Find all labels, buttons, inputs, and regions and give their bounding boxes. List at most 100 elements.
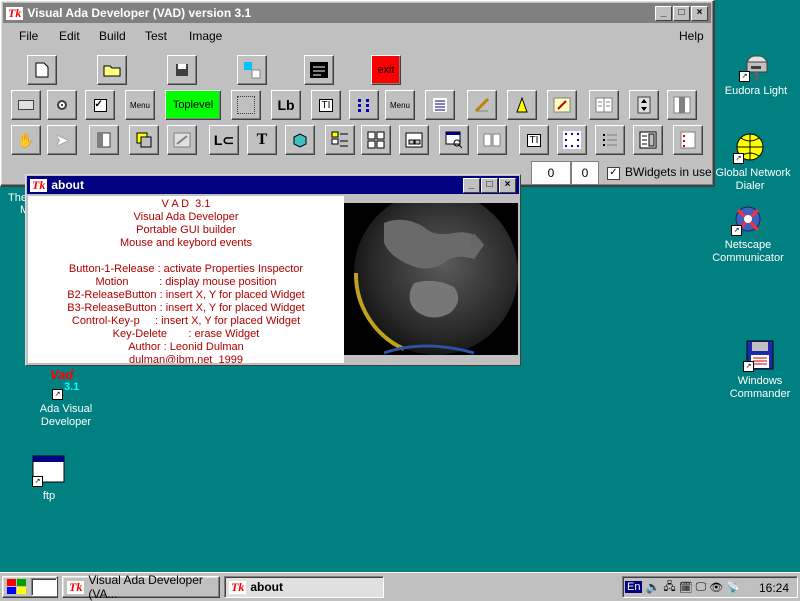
- windows-flag-icon: [173, 132, 191, 148]
- color-widget-button[interactable]: [285, 125, 315, 155]
- menubutton-widget-button[interactable]: Menu: [125, 90, 155, 120]
- menu-widget-button[interactable]: Menu: [385, 90, 415, 120]
- eudora-light-icon[interactable]: ↗ Eudora Light: [708, 50, 800, 98]
- system-tray: En 🔈 🖧 🗓 🖵 👁 📡 16:24: [622, 576, 798, 598]
- maximize-icon[interactable]: □: [673, 5, 690, 21]
- grid-layout-button[interactable]: [361, 125, 391, 155]
- text-entry-widget-button[interactable]: TI: [311, 90, 341, 120]
- tk-logo-icon: Tk: [30, 177, 48, 192]
- start-button[interactable]: [2, 576, 58, 598]
- menu-build[interactable]: Build: [99, 29, 126, 43]
- about-line: B2-ReleaseButton : insert X, Y for place…: [67, 289, 305, 301]
- close-icon[interactable]: ×: [691, 5, 708, 21]
- global-network-dialer-icon[interactable]: ↗ t Global Network Dialer: [702, 132, 798, 193]
- list-dots-button[interactable]: [595, 125, 625, 155]
- hand-tool-button[interactable]: ✋: [11, 125, 41, 155]
- ftp-desktop-icon[interactable]: ↗ ftp: [1, 455, 97, 503]
- properties-button[interactable]: [633, 125, 663, 155]
- minimize-icon[interactable]: _: [655, 5, 672, 21]
- vad-titlebar[interactable]: Tk Visual Ada Developer (VAD) version 3.…: [3, 3, 711, 23]
- clock[interactable]: 16:24: [759, 581, 789, 595]
- vad-logo-icon: Vad 3.1 ↗: [50, 367, 80, 400]
- font-widget-button[interactable]: [507, 90, 537, 120]
- image-widget-button[interactable]: [547, 90, 577, 120]
- earth-globe-icon: [353, 203, 518, 355]
- tree-widget-button[interactable]: [325, 125, 355, 155]
- start-text-field: [30, 578, 57, 596]
- taskbar-button-about[interactable]: Tk about: [224, 576, 384, 598]
- mouse-x-field[interactable]: 0: [531, 161, 571, 185]
- language-indicator[interactable]: En: [625, 581, 643, 593]
- taskbar: Tk Visual Ada Developer (VA... Tk about …: [0, 572, 800, 601]
- menu-edit[interactable]: Edit: [59, 29, 80, 43]
- satellite-icon[interactable]: 📡: [726, 581, 740, 594]
- speaker-icon[interactable]: 🔈: [645, 580, 660, 594]
- close-icon[interactable]: ×: [499, 177, 516, 193]
- network-icon[interactable]: 🖧: [663, 578, 675, 597]
- panedwindow-widget-button[interactable]: [89, 125, 119, 155]
- text-input-widget-button[interactable]: TI: [519, 125, 549, 155]
- notebook-widget-button[interactable]: [589, 90, 619, 120]
- raise-widget-button[interactable]: [129, 125, 159, 155]
- save-button[interactable]: [167, 55, 197, 85]
- color-cube-icon: [293, 133, 307, 148]
- red-dots-button[interactable]: [673, 125, 703, 155]
- about-line: [28, 250, 344, 263]
- new-file-button[interactable]: [27, 55, 57, 85]
- minimize-icon[interactable]: _: [463, 177, 480, 193]
- image-tool-button[interactable]: [237, 55, 267, 85]
- checkbutton-widget-button[interactable]: ✓: [85, 90, 115, 120]
- about-line: Button-1-Release : activate Properties I…: [68, 263, 304, 275]
- dotted-grid-button[interactable]: [557, 125, 587, 155]
- grid-widget-button[interactable]: [349, 90, 379, 120]
- listbox-widget-button[interactable]: [425, 90, 455, 120]
- monitor-icon[interactable]: 🖵: [696, 581, 707, 594]
- scale-widget-button[interactable]: [467, 90, 497, 120]
- labelframe-widget-button[interactable]: L⊂: [209, 125, 239, 155]
- taskbar-button-vad[interactable]: Tk Visual Ada Developer (VA...: [62, 573, 220, 601]
- text-widget-button[interactable]: T: [247, 125, 277, 155]
- window-search-button[interactable]: [439, 125, 469, 155]
- pointer-tool-button[interactable]: ➤: [47, 125, 77, 155]
- menu-file[interactable]: File: [19, 29, 38, 43]
- scrollbar-widget-button[interactable]: [667, 90, 697, 120]
- about-line: dulman@ibm.net 1999: [129, 354, 243, 363]
- open-folder-button[interactable]: [97, 55, 127, 85]
- label-widget-button[interactable]: Lb: [271, 90, 301, 120]
- vad-desktop-icon[interactable]: Vad 3.1 ↗ Ada Visual Developer: [18, 368, 114, 429]
- canvas-icon: [237, 96, 255, 114]
- exit-button[interactable]: exit: [371, 55, 401, 85]
- spinbox-widget-button[interactable]: [629, 90, 659, 120]
- dialog-widget-button[interactable]: [399, 125, 429, 155]
- menu-test[interactable]: Test: [145, 29, 167, 43]
- labelframe-icon: L⊂: [213, 131, 235, 148]
- scheduler-icon[interactable]: 🗓: [679, 581, 693, 594]
- menu-help[interactable]: Help: [679, 29, 704, 43]
- canvas-widget-button[interactable]: [231, 90, 261, 120]
- ftp-label: ftp: [42, 490, 56, 502]
- toplevel-button[interactable]: Toplevel: [165, 90, 221, 120]
- vad-desktop-label: Ada Visual Developer: [39, 403, 93, 428]
- text-input-icon: TI: [526, 133, 542, 147]
- global-network-dialer-label: t Global Network Dialer: [709, 167, 791, 192]
- menu-image[interactable]: Image: [189, 29, 222, 43]
- panedwindow-icon: [97, 132, 111, 148]
- windows-commander-icon[interactable]: ↗ Windows Commander: [712, 340, 800, 401]
- frame-widget-button[interactable]: [11, 90, 41, 120]
- vad-main-window: Tk Visual Ada Developer (VAD) version 3.…: [0, 0, 715, 187]
- netscape-communicator-icon[interactable]: ↗ Netscape Communicator: [700, 204, 796, 265]
- separator-widget-button[interactable]: [477, 125, 507, 155]
- ati-tool-button[interactable]: [304, 55, 334, 85]
- about-titlebar[interactable]: Tk about _ □ ×: [27, 176, 519, 194]
- maximize-icon[interactable]: □: [481, 177, 498, 193]
- bwidgets-checkbox[interactable]: ✓: [607, 167, 620, 180]
- taskbar-button-label: about: [250, 580, 284, 594]
- windows-commander-label: Windows Commander: [729, 375, 791, 400]
- mouse-y-field[interactable]: 0: [571, 161, 599, 185]
- radiobutton-widget-button[interactable]: [47, 90, 77, 120]
- windows-style-button[interactable]: [167, 125, 197, 155]
- taskbar-button-label: Visual Ada Developer (VA...: [88, 573, 203, 601]
- eye-icon[interactable]: 👁: [709, 581, 723, 594]
- tk-logo-icon: Tk: [6, 5, 24, 20]
- window-app-icon: ↗: [32, 455, 66, 487]
